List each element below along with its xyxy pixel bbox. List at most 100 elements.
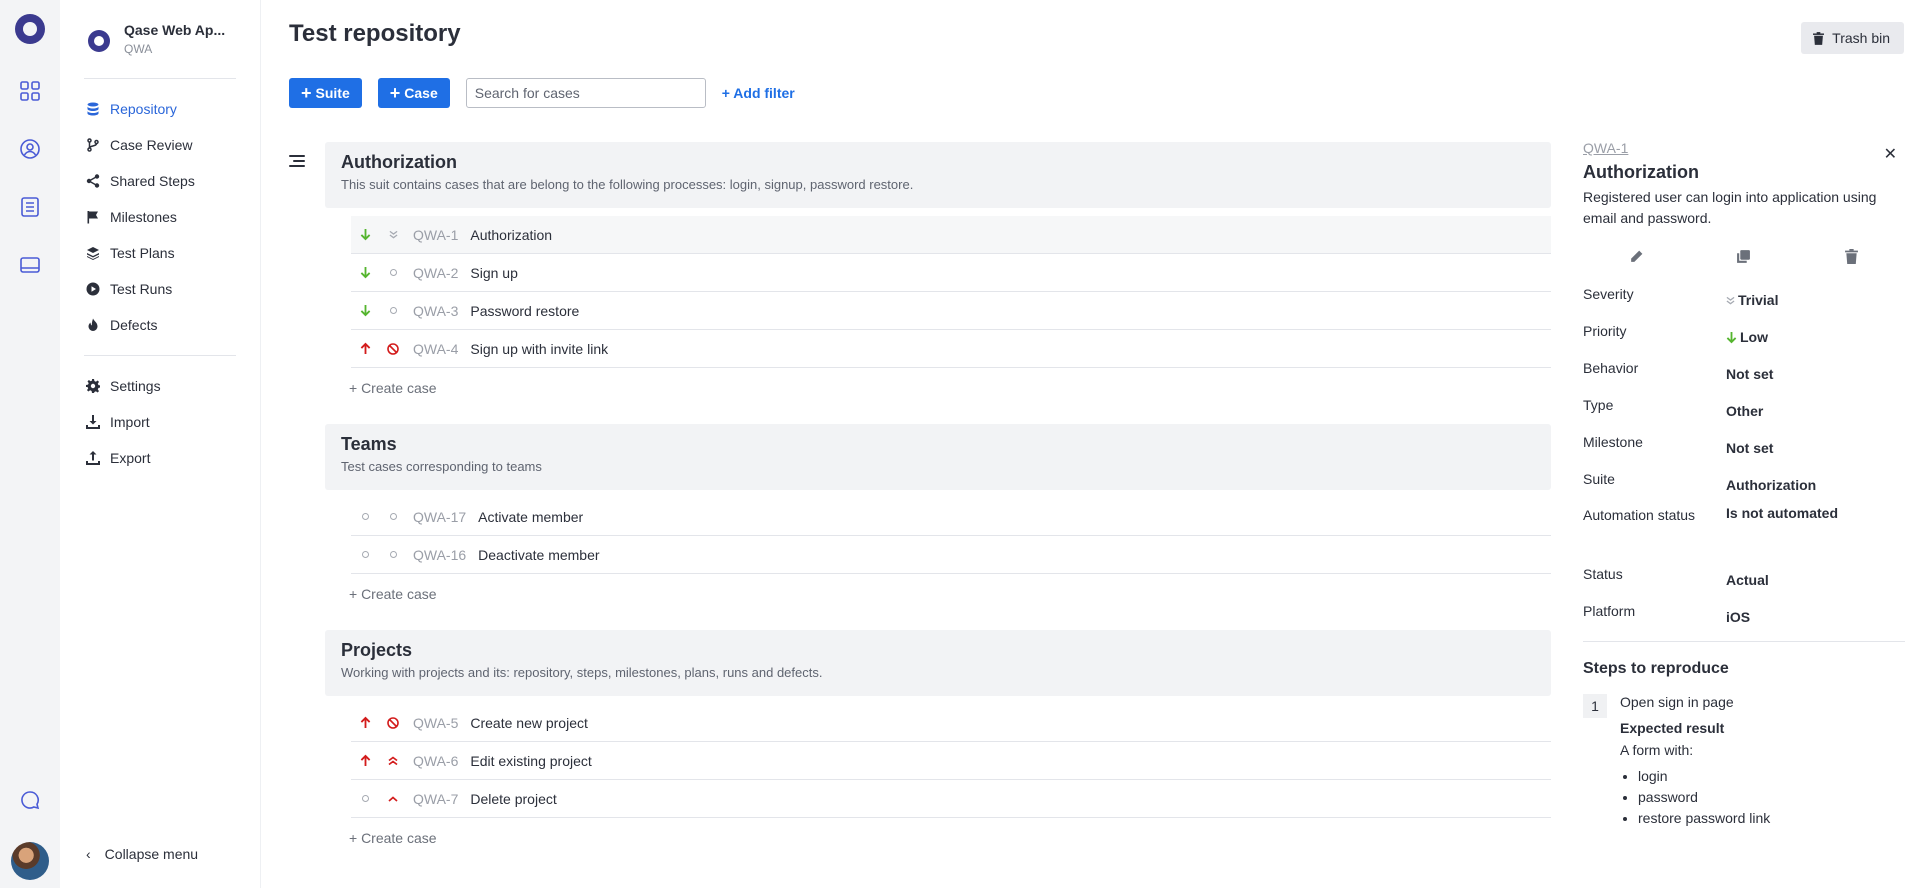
- case-list: QWA-17 Activate member QWA-16 Deactivate…: [351, 498, 1551, 574]
- sidebar-item-label: Case Review: [110, 137, 193, 153]
- case-row[interactable]: QWA-1 Authorization: [351, 216, 1551, 254]
- copy-icon[interactable]: [1736, 249, 1751, 269]
- plus-icon: +: [389, 83, 401, 103]
- property-key: Severity: [1583, 286, 1634, 302]
- list-item: password: [1638, 787, 1770, 808]
- edit-icon[interactable]: [1629, 249, 1644, 269]
- sidebar-item-defects[interactable]: Defects: [60, 307, 260, 343]
- trash-bin-label: Trash bin: [1832, 30, 1890, 46]
- case-id: QWA-2: [413, 264, 459, 281]
- sidebar-item-label: Settings: [110, 378, 161, 394]
- case-row[interactable]: QWA-5 Create new project: [351, 704, 1551, 742]
- case-row[interactable]: QWA-3 Password restore: [351, 292, 1551, 330]
- property-suite: Suite Authorization: [1583, 462, 1905, 499]
- sidebar-item-repository[interactable]: Repository: [60, 91, 260, 127]
- suite-header[interactable]: Projects Working with projects and its: …: [325, 630, 1551, 696]
- case-title: Sign up: [470, 264, 518, 281]
- projects-grid-icon[interactable]: [19, 80, 41, 102]
- close-icon[interactable]: ✕: [1884, 144, 1897, 164]
- sidebar-item-settings[interactable]: Settings: [60, 368, 260, 404]
- trash-bin-button[interactable]: Trash bin: [1801, 22, 1904, 54]
- add-case-button[interactable]: + Case: [377, 78, 450, 108]
- play-icon: [86, 282, 100, 296]
- case-row[interactable]: QWA-7 Delete project: [351, 780, 1551, 818]
- project-name: Qase Web Ap...: [124, 22, 226, 38]
- upload-icon: [86, 451, 100, 465]
- case-list: QWA-1 Authorization QWA-2 Sign up QWA-3 …: [351, 216, 1551, 368]
- database-icon: [87, 102, 99, 116]
- project-header[interactable]: Qase Web Ap... QWA: [60, 0, 260, 78]
- property-value: Authorization: [1726, 477, 1817, 493]
- case-title: Delete project: [470, 790, 557, 807]
- sidebar-item-milestones[interactable]: Milestones: [60, 199, 260, 235]
- add-suite-label: Suite: [315, 85, 350, 101]
- case-row[interactable]: QWA-16 Deactivate member: [351, 536, 1551, 574]
- main-content: Test repository Trash bin + Suite + Case…: [260, 0, 1920, 888]
- case-row[interactable]: QWA-4 Sign up with invite link: [351, 330, 1551, 368]
- suite-title: Teams: [341, 434, 397, 454]
- severity-blocker-icon: [379, 716, 407, 729]
- case-title: Deactivate member: [478, 546, 600, 563]
- qase-logo[interactable]: [15, 14, 45, 44]
- suite-header[interactable]: Authorization This suit contains cases t…: [325, 142, 1551, 208]
- list-item: login: [1638, 766, 1770, 787]
- sidebar-item-test-runs[interactable]: Test Runs: [60, 271, 260, 307]
- suite: Projects Working with projects and its: …: [325, 630, 1551, 860]
- sidebar-item-label: Repository: [110, 101, 177, 117]
- sidebar-secondary-nav: Settings Import Export: [60, 356, 260, 488]
- screen-icon[interactable]: [19, 254, 41, 276]
- property-value: Low: [1726, 323, 1768, 351]
- sidebar-item-export[interactable]: Export: [60, 440, 260, 476]
- property-value: Is not automated: [1726, 505, 1839, 521]
- suite: Authorization This suit contains cases t…: [325, 142, 1551, 410]
- sidebar-item-case-review[interactable]: Case Review: [60, 127, 260, 163]
- document-list-icon[interactable]: [19, 196, 41, 218]
- priority-not-set-icon: [351, 795, 379, 802]
- suite-header[interactable]: Teams Test cases corresponding to teams: [325, 424, 1551, 490]
- collapse-menu-button[interactable]: ‹ Collapse menu: [86, 846, 198, 862]
- case-id: QWA-16: [413, 546, 467, 563]
- severity-critical-icon: [379, 755, 407, 766]
- sidebar-item-shared-steps[interactable]: Shared Steps: [60, 163, 260, 199]
- user-circle-icon[interactable]: [19, 138, 41, 160]
- case-row[interactable]: QWA-2 Sign up: [351, 254, 1551, 292]
- add-filter-link[interactable]: + Add filter: [722, 85, 795, 101]
- expected-result-label: Expected result: [1620, 720, 1725, 736]
- create-case-link[interactable]: + Create case: [325, 818, 1551, 860]
- case-properties: Severity Trivial Priority Low Behavior N…: [1583, 277, 1905, 631]
- priority-low-icon: [351, 228, 379, 241]
- case-row[interactable]: QWA-6 Edit existing project: [351, 742, 1551, 780]
- priority-low-icon: [351, 266, 379, 279]
- sidebar-item-test-plans[interactable]: Test Plans: [60, 235, 260, 271]
- chat-icon[interactable]: [19, 789, 41, 816]
- step-number: 1: [1583, 694, 1607, 718]
- priority-low-icon: [351, 304, 379, 317]
- delete-icon[interactable]: [1844, 249, 1859, 269]
- sidebar: Qase Web Ap... QWA Repository Case Revie…: [60, 0, 260, 888]
- tree-toggle-icon[interactable]: [289, 155, 305, 169]
- case-row[interactable]: QWA-17 Activate member: [351, 498, 1551, 536]
- create-case-link[interactable]: + Create case: [325, 368, 1551, 410]
- priority-high-icon: [351, 342, 379, 355]
- case-actions: [1583, 245, 1905, 273]
- download-icon: [86, 415, 100, 429]
- avatar[interactable]: [11, 842, 49, 880]
- priority-high-icon: [351, 716, 379, 729]
- property-key: Suite: [1583, 471, 1615, 487]
- property-automation-status: Automation status Is not automated: [1583, 499, 1905, 557]
- search-input[interactable]: [465, 78, 706, 108]
- sidebar-item-label: Test Plans: [110, 245, 175, 261]
- project-logo-icon: [88, 30, 110, 52]
- step-action: Open sign in page: [1620, 694, 1734, 710]
- priority-low-icon: [1726, 331, 1737, 343]
- sidebar-item-import[interactable]: Import: [60, 404, 260, 440]
- create-case-link[interactable]: + Create case: [325, 574, 1551, 616]
- suite: Teams Test cases corresponding to teams …: [325, 424, 1551, 616]
- property-key: Priority: [1583, 323, 1627, 339]
- add-suite-button[interactable]: + Suite: [289, 78, 362, 108]
- case-id-link[interactable]: QWA-1: [1583, 140, 1905, 156]
- sidebar-item-label: Milestones: [110, 209, 177, 225]
- suite-description: Working with projects and its: repositor…: [341, 665, 823, 680]
- collapse-menu-label: Collapse menu: [104, 846, 199, 862]
- case-title: Password restore: [470, 302, 580, 319]
